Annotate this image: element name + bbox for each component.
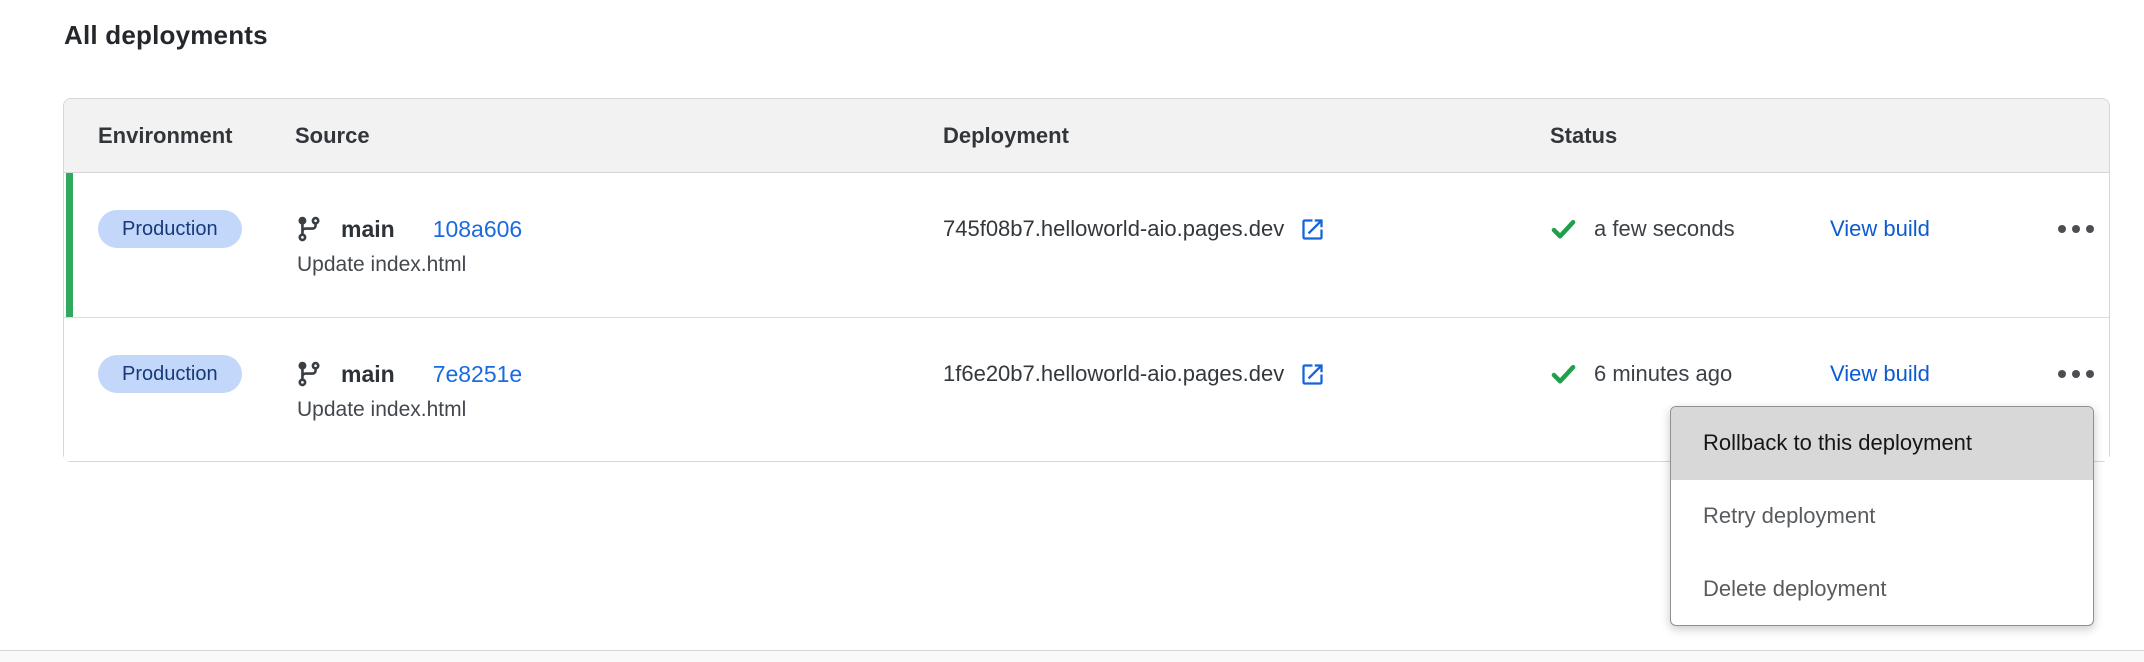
git-branch-icon (295, 360, 323, 388)
deployment-url: 745f08b7.helloworld-aio.pages.dev (943, 216, 1284, 242)
table-header-row: Environment Source Deployment Status (64, 99, 2109, 173)
column-header-environment: Environment (98, 99, 232, 173)
view-build-link[interactable]: View build (1830, 354, 1930, 394)
check-icon (1550, 361, 1577, 388)
branch-name: main (341, 216, 395, 243)
deployment-actions-menu: Rollback to this deployment Retry deploy… (1670, 406, 2094, 626)
commit-message: Update index.html (297, 253, 466, 277)
current-deployment-indicator (66, 173, 73, 317)
status-cell: a few seconds (1550, 209, 1735, 249)
column-header-status: Status (1550, 99, 1617, 173)
column-header-deployment: Deployment (943, 99, 1069, 173)
menu-item-rollback[interactable]: Rollback to this deployment (1671, 407, 2093, 480)
table-row: Production main 108a606 Update index.htm… (64, 173, 2109, 317)
external-link-icon[interactable] (1298, 215, 1326, 243)
view-build-link[interactable]: View build (1830, 209, 1930, 249)
external-link-icon[interactable] (1298, 360, 1326, 388)
commit-link[interactable]: 7e8251e (433, 361, 523, 388)
page-bottom-divider (0, 650, 2144, 662)
status-time: a few seconds (1594, 216, 1735, 242)
branch-name: main (341, 361, 395, 388)
environment-badge: Production (98, 355, 242, 393)
column-header-source: Source (295, 99, 370, 173)
deployments-page: All deployments Environment Source Deplo… (0, 0, 2144, 662)
deployment-url: 1f6e20b7.helloworld-aio.pages.dev (943, 361, 1284, 387)
source-line: main 108a606 (295, 209, 522, 249)
commit-message: Update index.html (297, 398, 466, 422)
deployment-cell: 745f08b7.helloworld-aio.pages.dev (943, 209, 1326, 249)
deployment-cell: 1f6e20b7.helloworld-aio.pages.dev (943, 354, 1326, 394)
check-icon (1550, 216, 1577, 243)
page-title: All deployments (64, 20, 268, 51)
status-cell: 6 minutes ago (1550, 354, 1732, 394)
environment-badge: Production (98, 210, 242, 248)
source-line: main 7e8251e (295, 354, 522, 394)
status-time: 6 minutes ago (1594, 361, 1732, 387)
ellipsis-icon[interactable] (2036, 209, 2116, 249)
git-branch-icon (295, 215, 323, 243)
ellipsis-icon[interactable] (2036, 354, 2116, 394)
menu-item-delete[interactable]: Delete deployment (1671, 552, 2093, 625)
menu-item-retry[interactable]: Retry deployment (1671, 480, 2093, 553)
commit-link[interactable]: 108a606 (433, 216, 523, 243)
